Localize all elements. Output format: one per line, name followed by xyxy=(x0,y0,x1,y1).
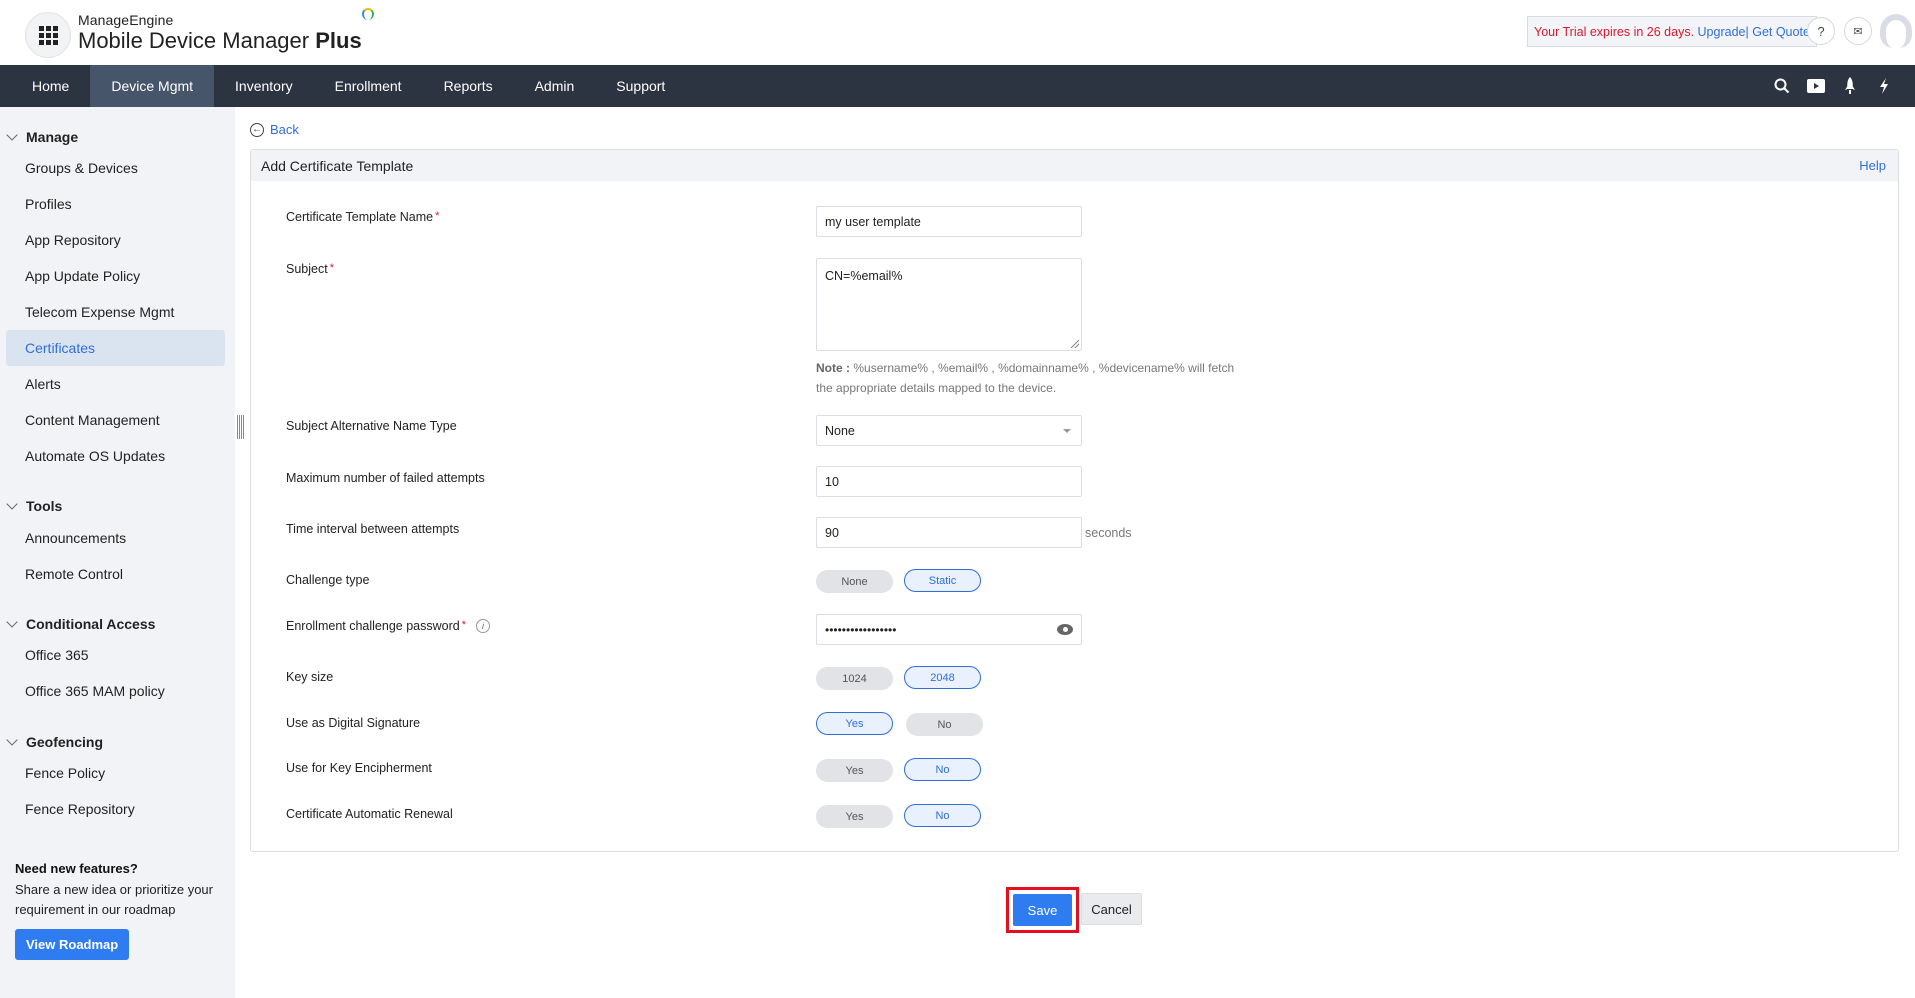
subject-note: Note : %username% , %email% , %domainnam… xyxy=(816,361,1235,395)
nav-inventory[interactable]: Inventory xyxy=(214,65,314,107)
sidebar-item-fence-repository[interactable]: Fence Repository xyxy=(6,791,225,827)
key-size-1024-toggle[interactable]: 1024 xyxy=(816,667,893,690)
digital-signature-label: Use as Digital Signature xyxy=(286,716,421,730)
logo-swoosh-icon xyxy=(361,8,374,20)
nav-support[interactable]: Support xyxy=(595,65,686,107)
certificate-template-panel: Add Certificate Template Help xyxy=(250,149,1899,852)
product-name: Mobile Device Manager Plus xyxy=(78,28,362,53)
panel-header: Add Certificate Template Help xyxy=(251,150,1898,181)
sidebar-section-tools[interactable]: Tools xyxy=(6,498,62,514)
eye-icon[interactable] xyxy=(1057,624,1073,635)
auto-renewal-yes-toggle[interactable]: Yes xyxy=(816,805,893,828)
save-highlight: Save xyxy=(1006,887,1079,933)
panel-title: Add Certificate Template xyxy=(261,157,414,174)
max-failed-input[interactable]: 10 xyxy=(816,466,1082,497)
challenge-type-label: Challenge type xyxy=(286,573,370,587)
sidebar-item-content-management[interactable]: Content Management xyxy=(6,402,225,438)
question-icon: ? xyxy=(1817,23,1825,39)
sidebar-item-remote-control[interactable]: Remote Control xyxy=(6,556,225,592)
sidebar: Manage Groups & Devices Profiles App Rep… xyxy=(0,107,235,998)
top-header: ManageEngine Mobile Device Manager Plus … xyxy=(0,0,1915,65)
subject-textarea[interactable]: CN=%email% xyxy=(816,258,1082,351)
user-avatar[interactable] xyxy=(1880,14,1912,48)
template-name-input[interactable]: my user template xyxy=(816,206,1082,237)
sidebar-section-manage[interactable]: Manage xyxy=(6,129,78,145)
subject-label: Subject * xyxy=(286,262,334,276)
san-type-select[interactable]: None xyxy=(816,415,1082,446)
grid-icon xyxy=(38,25,58,45)
mail-icon: ✉ xyxy=(1853,25,1863,38)
video-icon[interactable] xyxy=(1799,65,1833,107)
challenge-type-none-toggle[interactable]: None xyxy=(816,570,893,593)
chevron-down-icon xyxy=(6,734,18,746)
sidebar-collapse-handle[interactable] xyxy=(237,415,244,439)
sidebar-item-groups-devices[interactable]: Groups & Devices xyxy=(6,150,225,186)
digital-signature-no-toggle[interactable]: No xyxy=(906,713,983,736)
company-name: ManageEngine xyxy=(78,12,174,28)
sidebar-item-alerts[interactable]: Alerts xyxy=(6,366,225,402)
upgrade-link[interactable]: Upgrade| xyxy=(1698,25,1749,39)
max-failed-label: Maximum number of failed attempts xyxy=(286,471,485,485)
key-encipherment-yes-toggle[interactable]: Yes xyxy=(816,759,893,782)
back-arrow-icon: ← xyxy=(250,122,264,137)
time-interval-input[interactable]: 90 xyxy=(816,517,1082,548)
sidebar-item-app-update-policy[interactable]: App Update Policy xyxy=(6,258,225,294)
key-size-label: Key size xyxy=(286,670,334,684)
search-icon[interactable] xyxy=(1765,65,1799,107)
key-size-2048-toggle[interactable]: 2048 xyxy=(904,666,981,689)
lightning-icon[interactable] xyxy=(1867,65,1901,107)
roadmap-promo: Need new features? Share a new idea or p… xyxy=(15,861,225,960)
template-name-label: Certificate Template Name * xyxy=(286,210,440,224)
challenge-type-static-toggle[interactable]: Static xyxy=(904,569,981,592)
chevron-down-icon xyxy=(6,129,18,141)
view-roadmap-button[interactable]: View Roadmap xyxy=(15,929,130,960)
resize-grip-icon[interactable] xyxy=(1071,340,1079,348)
main-nav: Home Device Mgmt Inventory Enrollment Re… xyxy=(0,65,1915,107)
roadmap-title: Need new features? xyxy=(15,861,138,876)
nav-enrollment[interactable]: Enrollment xyxy=(314,65,423,107)
time-interval-unit: seconds xyxy=(1085,526,1132,540)
save-button[interactable]: Save xyxy=(1013,894,1072,926)
sidebar-item-app-repository[interactable]: App Repository xyxy=(6,222,225,258)
nav-admin[interactable]: Admin xyxy=(514,65,596,107)
auto-renewal-label: Certificate Automatic Renewal xyxy=(286,807,453,821)
san-type-label: Subject Alternative Name Type xyxy=(286,419,457,433)
info-icon[interactable]: i xyxy=(476,619,490,633)
nav-home[interactable]: Home xyxy=(0,65,90,107)
chevron-down-icon xyxy=(6,616,18,628)
dropdown-caret-icon xyxy=(1063,429,1071,433)
challenge-password-input[interactable]: ••••••••••••••••• xyxy=(816,614,1082,645)
key-encipherment-label: Use for Key Encipherment xyxy=(286,761,432,775)
trial-banner: Your Trial expires in 26 days. Upgrade| … xyxy=(1527,16,1817,47)
sidebar-item-telecom-expense[interactable]: Telecom Expense Mgmt xyxy=(6,294,225,330)
chevron-down-icon xyxy=(6,498,18,510)
sidebar-item-automate-os-updates[interactable]: Automate OS Updates xyxy=(6,438,225,474)
challenge-password-label: Enrollment challenge password * i xyxy=(286,619,490,633)
sidebar-item-announcements[interactable]: Announcements xyxy=(6,520,225,556)
get-quote-link[interactable]: Get Quote xyxy=(1752,25,1810,39)
back-link[interactable]: ← Back xyxy=(250,122,299,137)
digital-signature-yes-toggle[interactable]: Yes xyxy=(816,712,893,735)
rocket-icon[interactable] xyxy=(1833,65,1867,107)
cancel-button[interactable]: Cancel xyxy=(1081,893,1142,925)
time-interval-label: Time interval between attempts xyxy=(286,522,460,536)
sidebar-section-conditional-access[interactable]: Conditional Access xyxy=(6,616,155,632)
sidebar-item-office-365[interactable]: Office 365 xyxy=(6,637,225,673)
nav-reports[interactable]: Reports xyxy=(423,65,514,107)
sidebar-item-profiles[interactable]: Profiles xyxy=(6,186,225,222)
sidebar-item-fence-policy[interactable]: Fence Policy xyxy=(6,755,225,791)
app-switcher-button[interactable] xyxy=(25,12,71,58)
sidebar-item-office-365-mam[interactable]: Office 365 MAM policy xyxy=(6,673,225,709)
trial-text: Your Trial expires in 26 days. xyxy=(1534,24,1695,39)
help-button[interactable]: ? xyxy=(1807,17,1835,45)
messages-button[interactable]: ✉ xyxy=(1844,17,1872,45)
roadmap-description: Share a new idea or prioritize your requ… xyxy=(15,882,213,917)
sidebar-item-certificates[interactable]: Certificates xyxy=(6,330,225,366)
auto-renewal-no-toggle[interactable]: No xyxy=(904,804,981,827)
brand-logo[interactable]: ManageEngine Mobile Device Manager Plus xyxy=(78,8,374,54)
sidebar-section-geofencing[interactable]: Geofencing xyxy=(6,734,103,750)
nav-device-mgmt[interactable]: Device Mgmt xyxy=(90,65,215,107)
help-link[interactable]: Help xyxy=(1859,158,1886,173)
key-encipherment-no-toggle[interactable]: No xyxy=(904,758,981,781)
